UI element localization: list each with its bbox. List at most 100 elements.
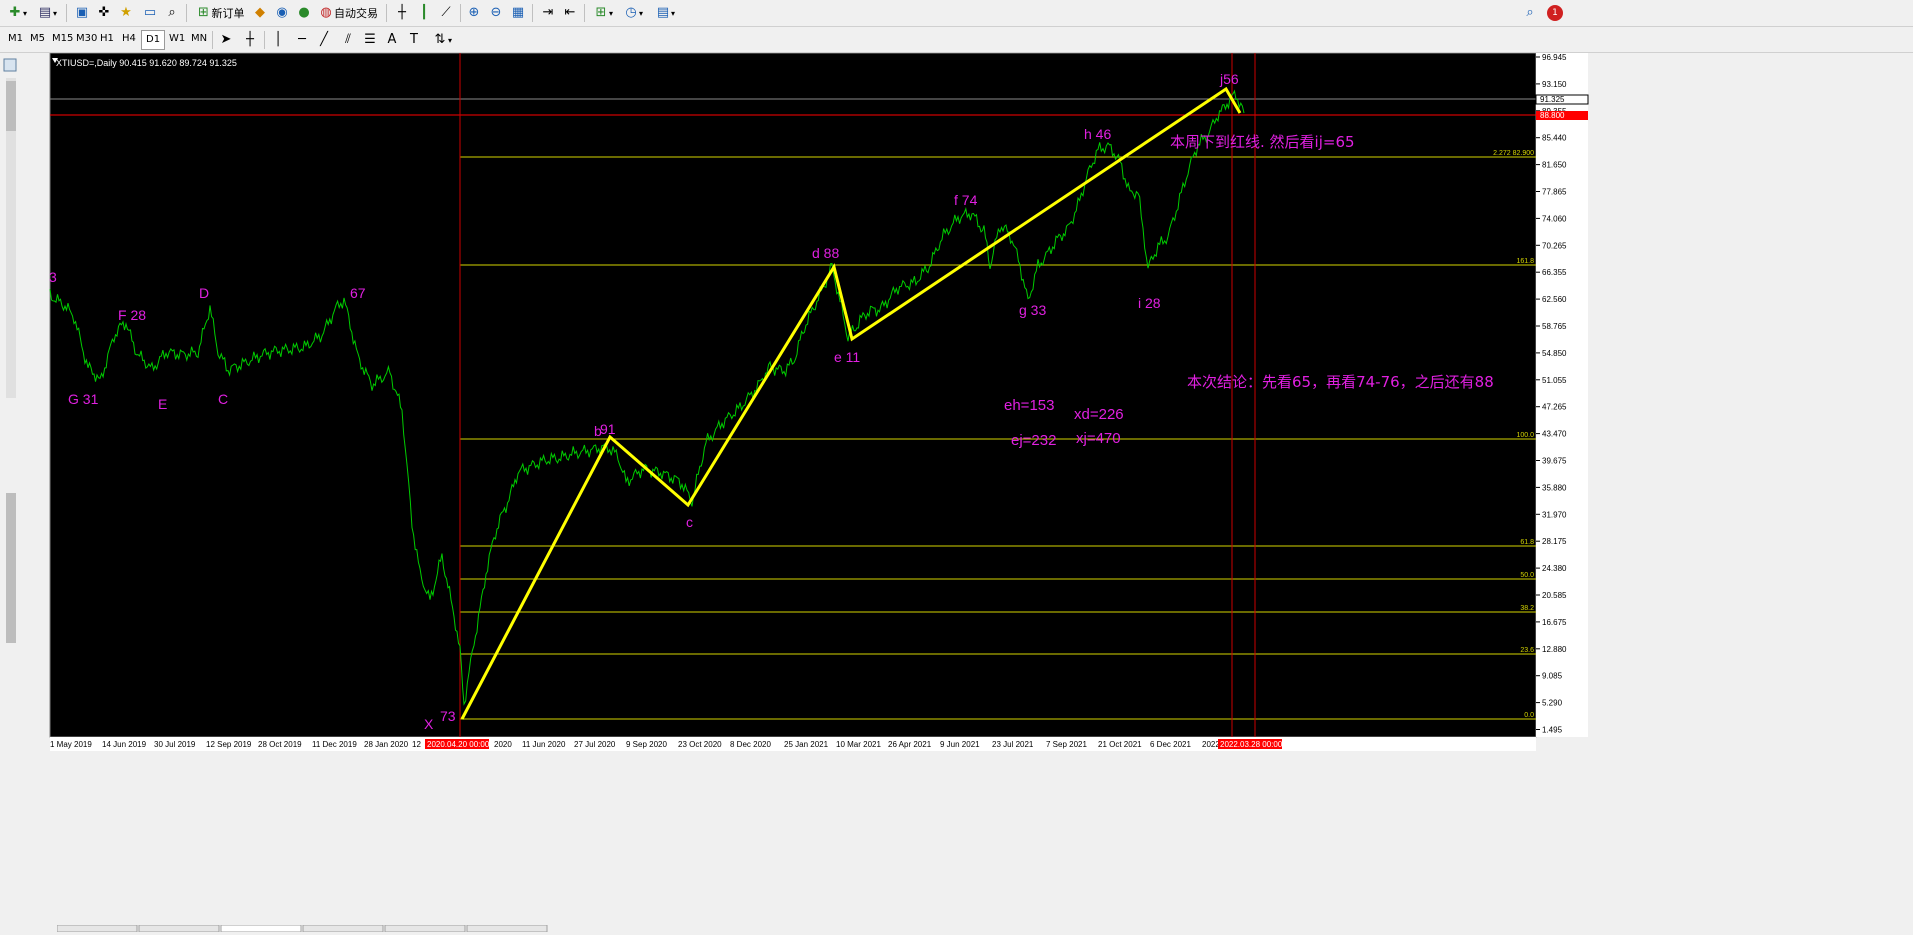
market-watch-button[interactable]: ▣ <box>72 3 92 23</box>
navigator-button[interactable]: ★ <box>116 3 136 23</box>
wave-label: c <box>686 514 693 530</box>
vertical-line-tool[interactable]: │ <box>268 30 288 50</box>
fibonacci-tool[interactable]: ☰ <box>360 30 380 50</box>
chart-canvas[interactable]: 2.272 82.900 161.8 100.0 61.8 50.0 38.2 23.6 0.… <box>22 53 1913 929</box>
bar-chart-button[interactable]: ┼ <box>392 3 412 23</box>
star-folder-icon: ★ <box>120 5 132 20</box>
add-chart-icon: ✚ <box>9 5 21 20</box>
text-label-tool[interactable]: T <box>404 30 424 50</box>
date-label: 28 Oct 2019 <box>258 740 302 749</box>
text-tool[interactable]: A <box>382 30 402 50</box>
wave-label: 91 <box>600 421 616 437</box>
editor-icon: ◆ <box>255 5 265 20</box>
data-window-button[interactable]: ✜ <box>94 3 114 23</box>
candlestick-button[interactable]: ┃ <box>414 3 434 23</box>
candlestick-icon: ┃ <box>420 5 428 20</box>
zoom-out-button[interactable]: ⊖ <box>486 3 506 23</box>
wave-label: d 88 <box>812 245 839 261</box>
crosshair-icon: ✜ <box>98 5 110 20</box>
wave-label: G 31 <box>68 391 99 407</box>
arrows-tool[interactable]: ⇅ ▾ <box>428 30 456 50</box>
notifications-button[interactable]: 1 <box>1544 3 1566 23</box>
auto-scroll-button[interactable]: ⇥ <box>538 3 558 23</box>
market-button[interactable]: ● <box>294 3 314 23</box>
price-label: 43.470 <box>1542 430 1567 439</box>
notification-badge-icon: 1 <box>1547 5 1563 21</box>
equidistant-channel-tool[interactable]: ⫽ <box>338 30 358 50</box>
date-label: 7 Sep 2021 <box>1046 740 1087 749</box>
price-label: 77.865 <box>1542 188 1567 197</box>
fib-label: 0.0 <box>1524 712 1534 719</box>
tf-mn[interactable]: MN <box>187 30 211 48</box>
date-label: 2020.04.20 00:00 <box>427 740 490 749</box>
date-label: 2022 <box>1202 740 1220 749</box>
line-chart-button[interactable]: ⟋ <box>436 3 456 23</box>
new-order-button[interactable]: ⊞ 新订单 <box>192 3 248 23</box>
wave-label: i 28 <box>1138 295 1161 311</box>
indicators-button[interactable]: ⊞ ▾ <box>590 3 616 23</box>
tf-m5[interactable]: M5 <box>26 30 49 48</box>
price-label: 35.880 <box>1542 483 1567 492</box>
text-icon: A <box>387 32 397 47</box>
price-label: 5.290 <box>1542 699 1563 708</box>
tf-m1[interactable]: M1 <box>4 30 27 48</box>
wave-label: E <box>158 396 167 412</box>
annotation-weekly: 本周下到红线. 然后看ij=65 <box>1170 133 1355 151</box>
signals-button[interactable]: ◉ <box>272 3 292 23</box>
price-label: 85.440 <box>1542 134 1567 143</box>
strategy-tester-button[interactable]: ⌕ <box>162 3 182 23</box>
date-label: 30 Jul 2019 <box>154 740 196 749</box>
fib-label: 61.8 <box>1520 539 1534 546</box>
periods-button[interactable]: ◷ ▾ <box>620 3 646 23</box>
auto-scroll-icon: ⇥ <box>542 5 554 20</box>
fib-label: 100.0 <box>1516 432 1534 439</box>
price-label: 81.650 <box>1542 161 1567 170</box>
price-label: 24.380 <box>1542 564 1567 573</box>
indicators-icon: ⊞ <box>595 5 607 20</box>
price-label: 47.265 <box>1542 403 1567 412</box>
terminal-button[interactable]: ▭ <box>140 3 160 23</box>
tf-d1[interactable]: D1 <box>141 30 166 50</box>
market-watch-icon: ▣ <box>75 5 89 20</box>
date-label: 14 Jun 2019 <box>102 740 147 749</box>
zoom-in-icon: ⊕ <box>468 5 480 20</box>
chart-window[interactable]: 2.272 82.900 161.8 100.0 61.8 50.0 38.2 23.6 0.… <box>22 53 1913 929</box>
price-label: 31.970 <box>1542 510 1567 519</box>
fib-label: 2.272 82.900 <box>1493 150 1534 157</box>
zoom-out-icon: ⊖ <box>490 5 502 20</box>
tf-h4[interactable]: H4 <box>118 30 140 48</box>
tf-w1[interactable]: W1 <box>165 30 189 48</box>
metaeditor-button[interactable]: ◆ <box>250 3 270 23</box>
wave-label: j56 <box>1219 71 1239 87</box>
price-label: 9.085 <box>1542 672 1563 681</box>
price-label: 70.265 <box>1542 241 1567 250</box>
crosshair-tool[interactable]: ┼ <box>240 30 260 50</box>
symbol-header: XTIUSD=,Daily 90.415 91.620 89.724 91.32… <box>56 58 237 68</box>
wave-label: h 46 <box>1084 126 1111 142</box>
trendline-tool[interactable]: ╱ <box>314 30 334 50</box>
price-label: 58.765 <box>1542 322 1567 331</box>
tf-h1[interactable]: H1 <box>96 30 118 48</box>
arrows-icon: ⇅ <box>434 32 446 47</box>
annotation-ej: ej=232 <box>1011 432 1056 449</box>
profiles-button[interactable]: ▤ ▾ <box>34 3 60 23</box>
red-line-price-label: 88.800 <box>1540 111 1565 120</box>
chart-shift-icon: ⇤ <box>564 5 576 20</box>
auto-trading-label: 自动交易 <box>334 7 378 20</box>
tile-windows-button[interactable]: ▦ <box>508 3 528 23</box>
date-label: 6 Dec 2021 <box>1150 740 1191 749</box>
cursor-tool[interactable]: ➤ <box>216 30 236 50</box>
price-label: 16.675 <box>1542 618 1567 627</box>
date-label: 8 Dec 2020 <box>730 740 771 749</box>
date-label: 1 May 2019 <box>50 740 92 749</box>
annotation-xj: xj=470 <box>1076 430 1121 447</box>
search-button[interactable]: ⌕ <box>1520 3 1540 23</box>
templates-button[interactable]: ▤ ▾ <box>650 3 680 23</box>
chart-shift-button[interactable]: ⇤ <box>560 3 580 23</box>
horizontal-line-tool[interactable]: ─ <box>292 30 312 50</box>
date-label: 11 Jun 2020 <box>522 740 566 749</box>
price-label: 54.850 <box>1542 349 1567 358</box>
new-chart-button[interactable]: ✚ ▾ <box>4 3 30 23</box>
zoom-in-button[interactable]: ⊕ <box>464 3 484 23</box>
auto-trading-button[interactable]: ◍ 自动交易 <box>316 3 380 23</box>
